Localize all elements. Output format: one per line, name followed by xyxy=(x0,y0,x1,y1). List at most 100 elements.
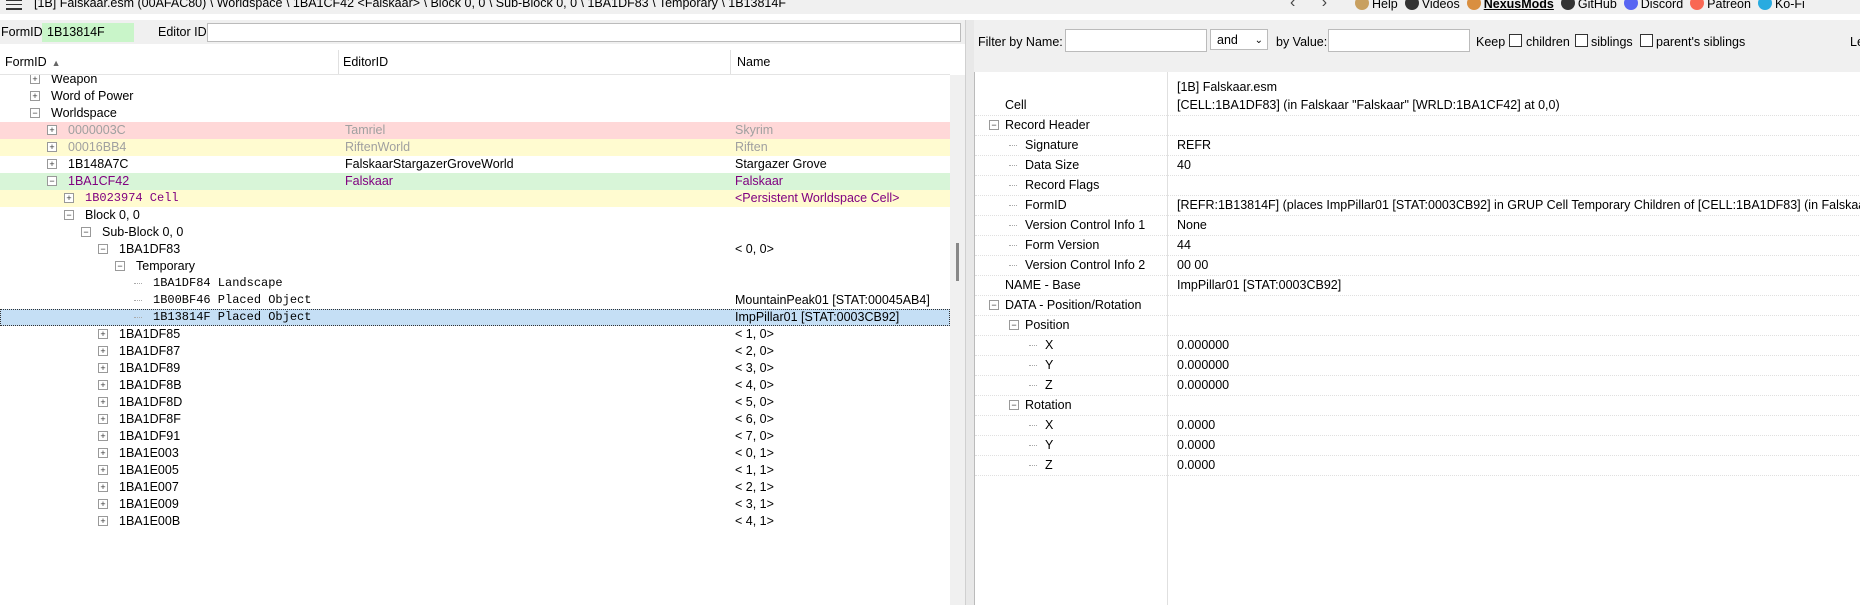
column-formid[interactable]: FormID ▲ xyxy=(5,55,61,69)
back-icon[interactable]: ‹ xyxy=(1290,0,1295,11)
and-select[interactable]: and ⌄ xyxy=(1210,29,1268,50)
tree-row[interactable]: +1BA1E009 < 3, 1> xyxy=(0,496,950,513)
parents-siblings-checkbox[interactable] xyxy=(1640,34,1653,47)
collapse-icon[interactable]: − xyxy=(81,227,91,237)
expand-icon[interactable]: + xyxy=(98,448,108,458)
record-field-row[interactable]: Y 0.0000 xyxy=(975,435,1860,455)
collapse-icon[interactable]: − xyxy=(64,210,74,220)
expand-icon[interactable]: + xyxy=(98,499,108,509)
tree-row[interactable]: +1BA1DF8D < 5, 0> xyxy=(0,394,950,411)
menu-icon[interactable] xyxy=(6,0,22,13)
expand-icon[interactable]: + xyxy=(98,431,108,441)
tree-row[interactable]: +1BA1DF8B < 4, 0> xyxy=(0,377,950,394)
tree-row[interactable]: +1B023974 Cell <Persistent Worldspace Cel… xyxy=(0,190,950,207)
tree-row[interactable]: +1BA1E003 < 0, 1> xyxy=(0,445,950,462)
tree-row[interactable]: − 1BA1DF83 < 0, 0> xyxy=(0,241,950,258)
expand-icon[interactable]: + xyxy=(98,516,108,526)
children-checkbox[interactable] xyxy=(1509,34,1522,47)
expand-icon[interactable]: + xyxy=(98,482,108,492)
record-field-row[interactable]: Version Control Info 2 00 00 xyxy=(975,255,1860,275)
record-field-row[interactable]: Record Flags xyxy=(975,175,1860,195)
tree-row[interactable]: +1BA1DF85 < 1, 0> xyxy=(0,326,950,343)
tree-row[interactable]: 1BA1DF84 Landscape xyxy=(0,275,950,292)
tree-scrollbar[interactable] xyxy=(950,75,965,605)
expand-icon[interactable]: + xyxy=(64,193,74,203)
tree-row[interactable]: + Weapon xyxy=(0,75,950,88)
collapse-icon[interactable]: − xyxy=(1009,400,1019,410)
record-field-row[interactable]: Z 0.000000 xyxy=(975,375,1860,395)
link-videos[interactable]: Videos xyxy=(1404,0,1460,11)
record-field-row[interactable]: X 0.0000 xyxy=(975,415,1860,435)
record-field-row[interactable]: Cell [CELL:1BA1DF83] (in Falskaar "Falska… xyxy=(975,95,1860,115)
collapse-icon[interactable]: − xyxy=(47,176,57,186)
link-github[interactable]: GitHub xyxy=(1560,0,1617,11)
collapse-icon[interactable]: − xyxy=(1009,320,1019,330)
record-field-row[interactable]: − Rotation xyxy=(975,395,1860,415)
expand-icon[interactable]: + xyxy=(30,91,40,101)
column-editorid[interactable]: EditorID xyxy=(343,55,388,69)
tree-row[interactable]: +0000003C Tamriel Skyrim xyxy=(0,122,950,139)
tree-row[interactable]: +1BA1DF91 < 7, 0> xyxy=(0,428,950,445)
tree-formid: Sub-Block 0, 0 xyxy=(102,225,184,239)
expand-icon[interactable]: + xyxy=(98,363,108,373)
tree-row[interactable]: +1BA1E005 < 1, 1> xyxy=(0,462,950,479)
collapse-icon[interactable]: − xyxy=(989,300,999,310)
record-field-row[interactable]: Signature REFR xyxy=(975,135,1860,155)
siblings-checkbox[interactable] xyxy=(1575,34,1588,47)
tree-row[interactable]: − Sub-Block 0, 0 xyxy=(0,224,950,241)
collapse-icon[interactable]: − xyxy=(98,244,108,254)
record-field-row[interactable]: Form Version 44 xyxy=(975,235,1860,255)
filter-value-input[interactable] xyxy=(1328,29,1470,52)
record-field-row[interactable]: Data Size 40 xyxy=(975,155,1860,175)
forward-icon[interactable]: › xyxy=(1322,0,1327,11)
tree-row[interactable]: − Block 0, 0 xyxy=(0,207,950,224)
record-field-row[interactable]: Z 0.0000 xyxy=(975,455,1860,475)
collapse-icon[interactable]: − xyxy=(30,108,40,118)
navigation-tree[interactable]: + Weapon + Word of Power − Worldspace +0000003… xyxy=(0,75,950,605)
expand-icon[interactable]: + xyxy=(98,465,108,475)
tree-row[interactable]: − 1BA1CF42 Falskaar Falskaar xyxy=(0,173,950,190)
record-field-row[interactable]: FormID [REFR:1B13814F] (places ImpPillar0… xyxy=(975,195,1860,215)
tree-row[interactable]: +1BA1DF87 < 2, 0> xyxy=(0,343,950,360)
tree-row[interactable]: 1B13814F Placed Object ImpPillar01 [STAT:… xyxy=(0,309,950,326)
expand-icon[interactable]: + xyxy=(98,380,108,390)
record-field-row[interactable]: X 0.000000 xyxy=(975,335,1860,355)
scrollbar-thumb[interactable] xyxy=(956,243,959,281)
formid-input[interactable]: 1B13814F xyxy=(42,23,134,42)
link-discord[interactable]: Discord xyxy=(1623,0,1683,11)
tree-row[interactable]: +1BA1E00B < 4, 1> xyxy=(0,513,950,530)
expand-icon[interactable]: + xyxy=(98,329,108,339)
record-field-row[interactable]: Y 0.000000 xyxy=(975,355,1860,375)
tree-row[interactable]: 1B00BF46 Placed Object MountainPeak01 [ST… xyxy=(0,292,950,309)
expand-icon[interactable]: + xyxy=(98,346,108,356)
tree-row[interactable]: +1BA1DF89 < 3, 0> xyxy=(0,360,950,377)
column-name[interactable]: Name xyxy=(737,55,770,69)
record-field-row[interactable]: Version Control Info 1 None xyxy=(975,215,1860,235)
collapse-icon[interactable]: − xyxy=(115,261,125,271)
collapse-icon[interactable]: − xyxy=(989,120,999,130)
link-ko-fi[interactable]: Ko-Fi xyxy=(1757,0,1805,11)
record-field-row[interactable]: − Position xyxy=(975,315,1860,335)
tree-row[interactable]: +1B148A7C FalskaarStargazerGroveWorld Star… xyxy=(0,156,950,173)
tree-row[interactable]: + Word of Power xyxy=(0,88,950,105)
expand-icon[interactable]: + xyxy=(47,159,57,169)
link-patreon[interactable]: Patreon xyxy=(1690,0,1751,11)
expand-icon[interactable]: + xyxy=(98,397,108,407)
record-field-row[interactable]: − DATA - Position/Rotation xyxy=(975,295,1860,315)
tree-row[interactable]: +1BA1DF8F < 6, 0> xyxy=(0,411,950,428)
record-view[interactable]: [1B] Falskaar.esm Cell [CELL:1BA1DF83] (i… xyxy=(974,72,1860,605)
tree-row[interactable]: − Worldspace xyxy=(0,105,950,122)
editorid-input[interactable] xyxy=(207,23,961,42)
link-help[interactable]: Help xyxy=(1355,0,1398,11)
tree-row[interactable]: +1BA1E007 < 2, 1> xyxy=(0,479,950,496)
expand-icon[interactable]: + xyxy=(30,75,40,84)
filter-name-input[interactable] xyxy=(1065,29,1207,52)
tree-row[interactable]: +00016BB4 RiftenWorld Riften xyxy=(0,139,950,156)
expand-icon[interactable]: + xyxy=(47,125,57,135)
record-field-row[interactable]: NAME - Base ImpPillar01 [STAT:0003CB92] xyxy=(975,275,1860,295)
expand-icon[interactable]: + xyxy=(47,142,57,152)
link-nexusmods[interactable]: NexusMods xyxy=(1466,0,1554,11)
record-field-row[interactable]: − Record Header xyxy=(975,115,1860,135)
expand-icon[interactable]: + xyxy=(98,414,108,424)
tree-row[interactable]: − Temporary xyxy=(0,258,950,275)
